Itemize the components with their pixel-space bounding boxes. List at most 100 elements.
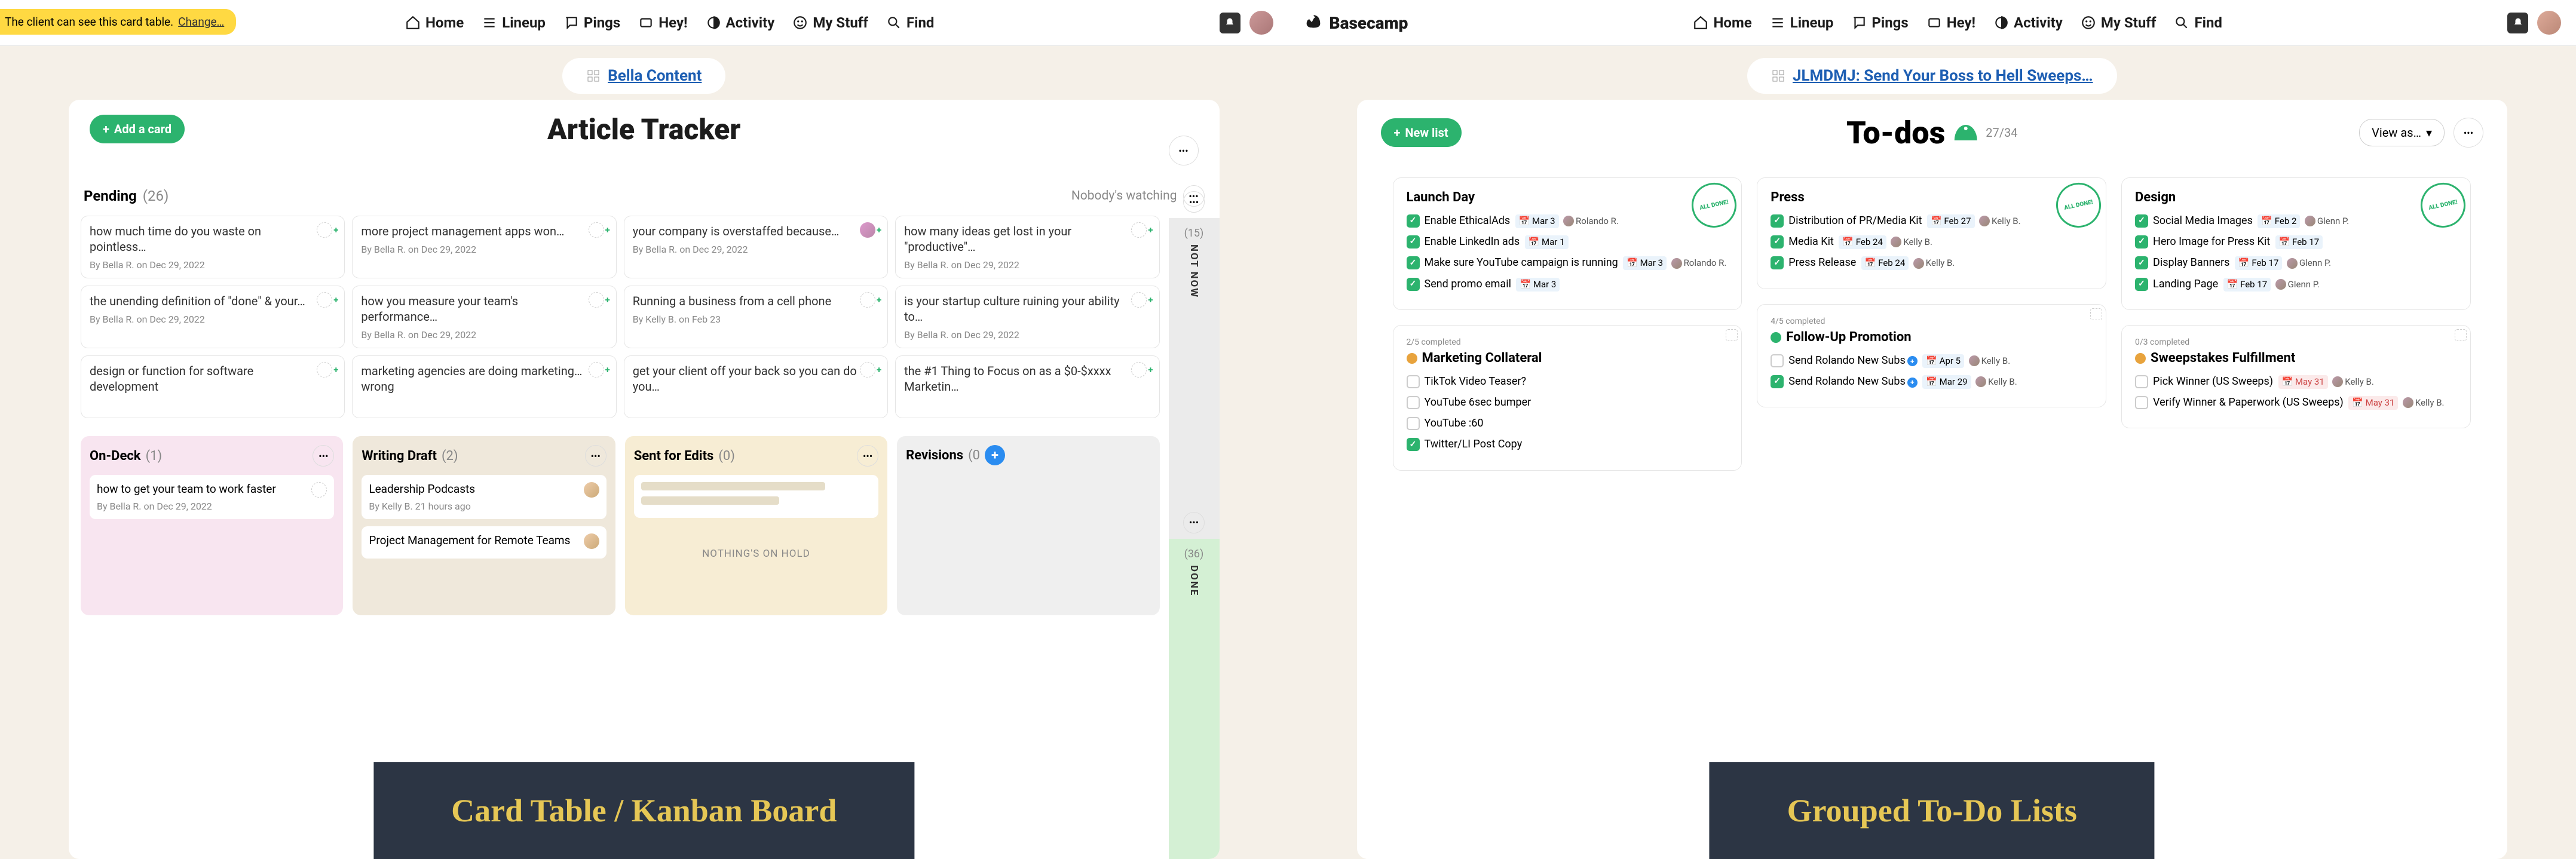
view-as-button[interactable]: View as…▾ [2359, 119, 2445, 146]
card[interactable]: get your client off your back so you can… [624, 355, 888, 418]
todo-item[interactable]: Social Media Images 📅 Feb 2 Glenn P. [2135, 213, 2457, 228]
todo-item[interactable]: Pick Winner (US Sweeps) 📅 May 31 Kelly B… [2135, 374, 2457, 389]
watchers-text[interactable]: Nobody's watching [1071, 189, 1177, 203]
nav-mystuff[interactable]: My Stuff [792, 14, 868, 31]
checkbox[interactable] [2135, 214, 2148, 228]
nav-lineup[interactable]: Lineup [1770, 14, 1834, 31]
add-card-button[interactable]: +Add a card [90, 115, 185, 143]
checkbox[interactable] [1407, 278, 1420, 291]
stage-menu[interactable]: ••• [585, 445, 607, 467]
todo-item[interactable]: Enable EthicalAds 📅 Mar 3 Rolando R. [1407, 213, 1729, 228]
done-menu[interactable]: ••• [1183, 512, 1205, 533]
checkbox[interactable] [1771, 235, 1784, 249]
checkbox[interactable] [1407, 375, 1420, 388]
todo-item[interactable]: Enable LinkedIn ads 📅 Mar 1 [1407, 234, 1729, 249]
card[interactable]: Running a business from a cell phoneBy K… [624, 286, 888, 348]
nav-find[interactable]: Find [2174, 14, 2222, 31]
checkbox[interactable] [1771, 214, 1784, 228]
notifications-button[interactable] [1220, 13, 1240, 33]
card[interactable]: the #1 Thing to Focus on as a $0-$xxxx M… [895, 355, 1159, 418]
todo-item[interactable]: Hero Image for Press Kit 📅 Feb 17 [2135, 234, 2457, 249]
add-stage-button[interactable]: + [985, 445, 1005, 465]
checkbox[interactable] [1407, 417, 1420, 430]
todo-list[interactable]: ALL DONE!DesignSocial Media Images 📅 Feb… [2121, 177, 2471, 310]
nav-mystuff[interactable]: My Stuff [2081, 14, 2157, 31]
checkbox[interactable] [1407, 256, 1420, 269]
expand-icon[interactable]: + [1907, 378, 1918, 388]
todo-item[interactable]: Press Release 📅 Feb 24 Kelly B. [1771, 255, 2093, 270]
todo-item[interactable]: YouTube :60 [1407, 416, 1729, 431]
todo-list[interactable]: 4/5 completedFollow-Up PromotionSend Rol… [1757, 304, 2106, 407]
checkbox[interactable] [1407, 396, 1420, 409]
change-visibility-link[interactable]: Change… [178, 15, 224, 29]
todo-item[interactable]: Make sure YouTube campaign is running 📅 … [1407, 255, 1729, 270]
todo-item[interactable]: Send Rolando New Subs+ 📅 Mar 29 Kelly B. [1771, 374, 2093, 389]
checkbox[interactable] [1407, 235, 1420, 249]
list-handle[interactable] [2455, 329, 2467, 341]
checkbox[interactable] [1407, 438, 1420, 451]
hill-chart-icon[interactable] [1954, 125, 1977, 140]
card[interactable]: more project management apps won…By Bell… [352, 216, 616, 278]
checkbox[interactable] [2135, 278, 2148, 291]
card[interactable]: the unending definition of "done" & your… [81, 286, 345, 348]
nav-home[interactable]: Home [405, 14, 464, 31]
stage-menu[interactable]: ••• [313, 445, 334, 467]
todo-list[interactable]: ALL DONE!PressDistribution of PR/Media K… [1757, 177, 2106, 289]
user-avatar[interactable] [2537, 11, 2561, 35]
project-breadcrumb[interactable]: Bella Content [562, 58, 725, 94]
stage-card[interactable]: Leadership PodcastsBy Kelly B. 21 hours … [362, 475, 606, 519]
stage-menu[interactable]: ••• [857, 445, 878, 467]
card[interactable]: how you measure your team's performance…… [352, 286, 616, 348]
todo-list[interactable]: 0/3 completedSweepstakes FulfillmentPick… [2121, 325, 2471, 428]
todo-item[interactable]: Send promo email 📅 Mar 3 [1407, 277, 1729, 292]
todos-menu[interactable]: ••• [2454, 118, 2483, 148]
stage-card[interactable]: Project Management for Remote Teams [362, 526, 606, 559]
todo-item[interactable]: YouTube 6sec bumper [1407, 395, 1729, 410]
logo[interactable]: Basecamp [1303, 13, 1408, 33]
nav-hey[interactable]: Hey! [1926, 14, 1975, 31]
nav-activity[interactable]: Activity [706, 14, 775, 31]
todo-list[interactable]: 2/5 completedMarketing CollateralTikTok … [1393, 325, 1742, 471]
todo-item[interactable]: Landing Page 📅 Feb 17 Glenn P. [2135, 277, 2457, 292]
checkbox[interactable] [1771, 354, 1784, 367]
checkbox[interactable] [1407, 214, 1420, 228]
list-handle[interactable] [2090, 308, 2102, 320]
card[interactable]: how many ideas get lost in your "product… [895, 216, 1159, 278]
nav-find[interactable]: Find [886, 14, 935, 31]
expand-icon[interactable]: + [1907, 356, 1918, 366]
checkbox[interactable] [2135, 256, 2148, 269]
notifications-button[interactable] [2507, 13, 2528, 33]
project-breadcrumb[interactable]: JLMDMJ: Send Your Boss to Hell Sweeps… [1747, 58, 2117, 94]
new-list-button[interactable]: +New list [1381, 118, 1462, 147]
nav-hey[interactable]: Hey! [638, 14, 687, 31]
card[interactable]: design or function for software developm… [81, 355, 345, 418]
done-rail[interactable]: ••• (36) DONE [1169, 539, 1220, 859]
list-handle[interactable] [1726, 329, 1738, 341]
todo-item[interactable]: TikTok Video Teaser? [1407, 374, 1729, 389]
checkbox[interactable] [1771, 256, 1784, 269]
todo-item[interactable]: Twitter/LI Post Copy [1407, 437, 1729, 452]
todo-item[interactable]: Distribution of PR/Media Kit 📅 Feb 27 Ke… [1771, 213, 2093, 228]
card[interactable]: marketing agencies are doing marketing…w… [352, 355, 616, 418]
todo-item[interactable]: Display Banners 📅 Feb 17 Glenn P. [2135, 255, 2457, 270]
card-table-menu[interactable]: ••• [1169, 136, 1199, 165]
card[interactable]: is your startup culture ruining your abi… [895, 286, 1159, 348]
checkbox[interactable] [2135, 396, 2148, 409]
todo-item[interactable]: Send Rolando New Subs+ 📅 Apr 5 Kelly B. [1771, 353, 2093, 368]
user-avatar[interactable] [1249, 11, 1273, 35]
nav-pings[interactable]: Pings [563, 14, 620, 31]
nav-pings[interactable]: Pings [1851, 14, 1908, 31]
nav-activity[interactable]: Activity [1993, 14, 2063, 31]
todo-item[interactable]: Verify Winner & Paperwork (US Sweeps) 📅 … [2135, 395, 2457, 410]
checkbox[interactable] [2135, 235, 2148, 249]
card[interactable]: your company is overstaffed because…By B… [624, 216, 888, 278]
todo-list[interactable]: ALL DONE!Launch DayEnable EthicalAds 📅 M… [1393, 177, 1742, 310]
checkbox[interactable] [2135, 375, 2148, 388]
stage-card[interactable]: how to get your team to work fasterBy Be… [90, 475, 334, 519]
nav-home[interactable]: Home [1693, 14, 1751, 31]
card[interactable]: how much time do you waste on pointless…… [81, 216, 345, 278]
todo-item[interactable]: Media Kit 📅 Feb 24 Kelly B. [1771, 234, 2093, 249]
not-now-menu[interactable]: ••• [1183, 191, 1205, 213]
not-now-rail[interactable]: ••• (15) NOT NOW [1169, 218, 1220, 539]
checkbox[interactable] [1771, 375, 1784, 388]
